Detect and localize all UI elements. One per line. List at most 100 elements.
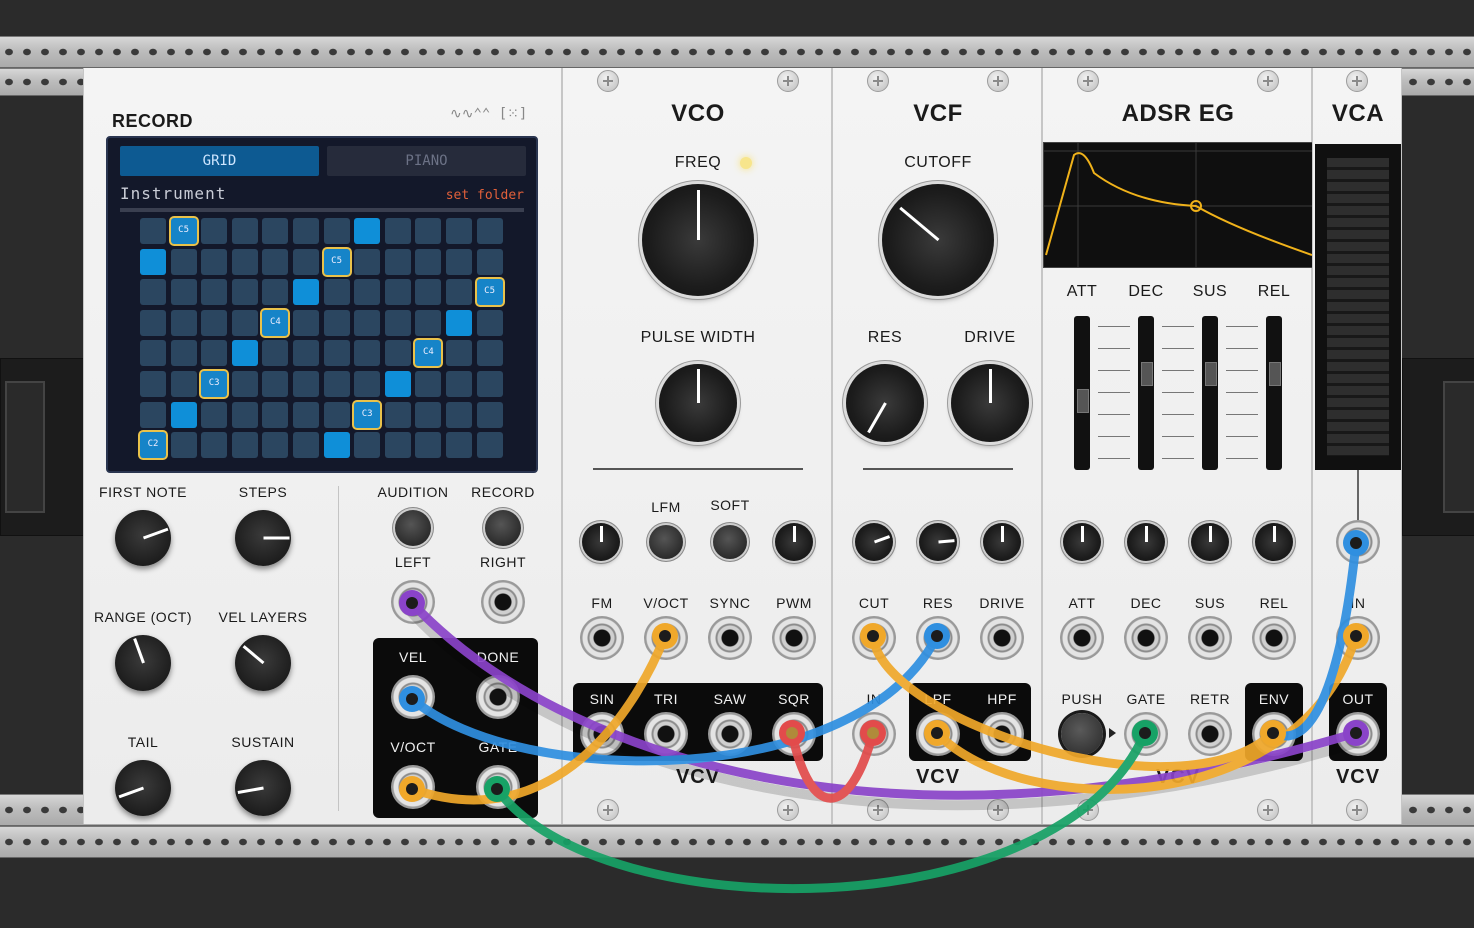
grid-pad[interactable] <box>323 309 350 336</box>
grid-pad[interactable] <box>140 401 166 428</box>
grid-pad[interactable] <box>140 371 166 397</box>
dec-cv-knob[interactable] <box>1127 523 1165 561</box>
res-jack[interactable] <box>916 616 960 660</box>
grid-pad[interactable] <box>170 279 197 306</box>
vel-layers-knob[interactable] <box>235 635 291 691</box>
grid-pad[interactable] <box>262 248 289 275</box>
grid-pad[interactable] <box>384 401 411 428</box>
tab-piano[interactable]: PIANO <box>327 146 526 176</box>
grid-pad[interactable]: C4 <box>262 309 289 336</box>
done-jack[interactable] <box>476 675 520 719</box>
grid-pad[interactable] <box>201 279 228 306</box>
grid-pad[interactable] <box>446 279 472 306</box>
grid-pad[interactable] <box>231 340 258 367</box>
grid-pad[interactable] <box>293 432 319 459</box>
grid-pad[interactable] <box>293 401 319 428</box>
grid-pad[interactable] <box>323 401 350 428</box>
voct-out-jack[interactable] <box>391 765 435 809</box>
grid-pad[interactable] <box>446 432 472 459</box>
grid-pad[interactable] <box>201 340 228 367</box>
push-button[interactable] <box>1061 713 1103 755</box>
grid-pad[interactable] <box>262 432 289 459</box>
grid-pad[interactable] <box>384 218 411 244</box>
env-jack[interactable] <box>1252 712 1296 756</box>
grid-pad[interactable] <box>293 279 319 306</box>
grid-pad[interactable] <box>476 309 503 336</box>
grid-pad[interactable] <box>231 309 258 336</box>
grid-pad[interactable] <box>415 218 442 244</box>
drive-jack[interactable] <box>980 616 1024 660</box>
grid-pad[interactable] <box>201 248 228 275</box>
grid-pad[interactable] <box>354 371 381 397</box>
cutoff-knob[interactable] <box>882 184 994 296</box>
gate-jack[interactable] <box>1124 712 1168 756</box>
grid-pad[interactable] <box>140 340 166 367</box>
grid-pad[interactable] <box>446 401 472 428</box>
grid-pad[interactable]: C5 <box>323 248 350 275</box>
grid-pad[interactable] <box>476 432 503 459</box>
grid-pad[interactable] <box>415 432 442 459</box>
grid-pad[interactable] <box>415 309 442 336</box>
grid-pad[interactable] <box>293 309 319 336</box>
pulse-width-knob[interactable] <box>659 364 737 442</box>
vca-in-jack[interactable] <box>1336 616 1380 660</box>
tri-jack[interactable] <box>644 712 688 756</box>
grid-pad[interactable] <box>354 248 381 275</box>
grid-pad[interactable] <box>476 371 503 397</box>
adsr-slider-dec[interactable] <box>1138 316 1154 470</box>
grid-pad[interactable] <box>323 371 350 397</box>
grid-pad[interactable] <box>140 248 166 275</box>
grid-pad[interactable] <box>323 340 350 367</box>
grid-pad[interactable] <box>293 218 319 244</box>
rel-jack[interactable] <box>1252 616 1296 660</box>
grid-pad[interactable] <box>323 218 350 244</box>
grid-pad[interactable] <box>140 309 166 336</box>
res-cv-knob[interactable] <box>919 523 957 561</box>
res-knob[interactable] <box>846 364 924 442</box>
vca-out-jack[interactable] <box>1336 712 1380 756</box>
grid-pad[interactable]: C3 <box>201 371 228 397</box>
grid-pad[interactable] <box>323 432 350 459</box>
adsr-slider-sus[interactable] <box>1202 316 1218 470</box>
slider-handle[interactable] <box>1077 388 1089 413</box>
grid-pad[interactable] <box>415 248 442 275</box>
grid-pad[interactable] <box>262 371 289 397</box>
cut-cv-knob[interactable] <box>855 523 893 561</box>
pwm-jack[interactable] <box>772 616 816 660</box>
record-button[interactable] <box>485 510 521 546</box>
freq-knob[interactable] <box>642 184 754 296</box>
grid-pad[interactable]: C4 <box>415 340 442 367</box>
grid-pad[interactable] <box>140 279 166 306</box>
grid-pad[interactable] <box>446 218 472 244</box>
range-knob[interactable] <box>115 635 171 691</box>
grid-pad[interactable]: C5 <box>476 279 503 306</box>
grid-pad[interactable] <box>384 432 411 459</box>
grid-pad[interactable] <box>384 371 411 397</box>
grid-pad[interactable] <box>384 309 411 336</box>
tab-grid[interactable]: GRID <box>120 146 319 176</box>
grid-pad[interactable] <box>415 371 442 397</box>
slider-handle[interactable] <box>1205 362 1217 387</box>
right-jack[interactable] <box>481 580 525 624</box>
grid-pad[interactable] <box>201 218 228 244</box>
pwm-knob[interactable] <box>775 523 813 561</box>
att-jack[interactable] <box>1060 616 1104 660</box>
att-cv-knob[interactable] <box>1063 523 1101 561</box>
grid-pad[interactable] <box>293 340 319 367</box>
grid-pad[interactable] <box>201 309 228 336</box>
lpf-jack[interactable] <box>916 712 960 756</box>
fm-knob[interactable] <box>582 523 620 561</box>
grid-pad[interactable] <box>415 279 442 306</box>
grid-pad[interactable] <box>262 401 289 428</box>
grid-pad[interactable] <box>170 432 197 459</box>
grid-pad[interactable] <box>262 279 289 306</box>
grid-pad[interactable] <box>446 248 472 275</box>
vel-jack[interactable] <box>391 675 435 719</box>
grid-pad[interactable] <box>354 279 381 306</box>
grid-pad[interactable] <box>201 432 228 459</box>
lfm-button[interactable] <box>649 525 683 559</box>
grid-pad[interactable] <box>476 218 503 244</box>
grid-pad[interactable] <box>231 218 258 244</box>
grid-pad[interactable] <box>170 371 197 397</box>
grid-pad[interactable] <box>201 401 228 428</box>
